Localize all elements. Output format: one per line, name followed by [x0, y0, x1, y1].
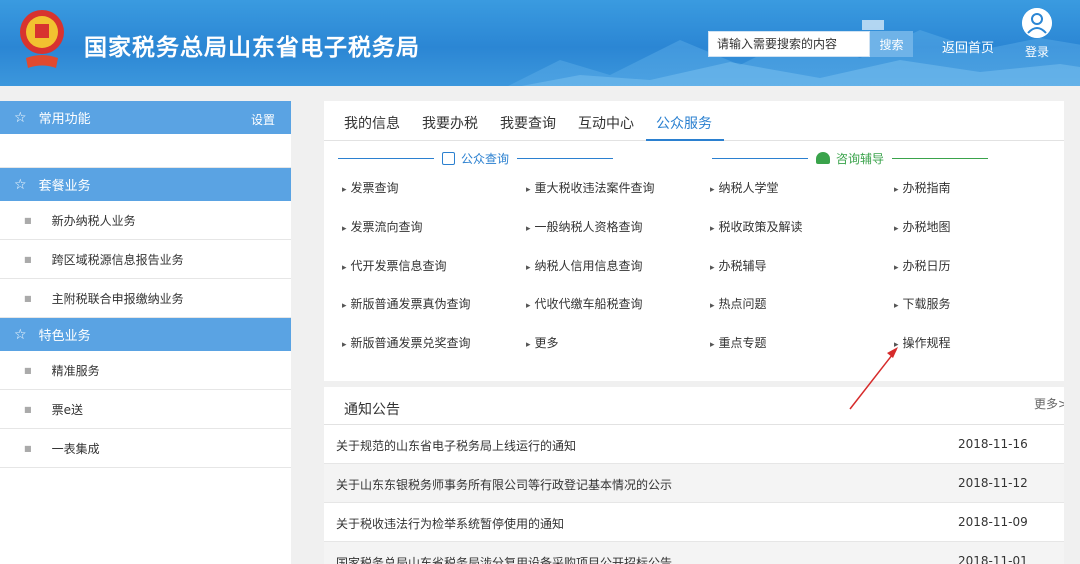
- notice-text: 关于规范的山东省电子税务局上线运行的通知: [336, 439, 577, 453]
- notice-title: 通知公告: [344, 402, 400, 418]
- notice-date: 2018-11-12: [958, 476, 1028, 490]
- service-link-consult[interactable]: 办税辅导: [710, 257, 767, 274]
- notice-date: 2018-11-01: [958, 554, 1028, 564]
- site-header: 国家税务总局山东省电子税务局 搜索 返回首页 登录: [0, 0, 1080, 86]
- service-link-query[interactable]: 新版普通发票真伪查询: [342, 295, 471, 312]
- notice-header: 通知公告 更多>: [324, 387, 1068, 425]
- tab-my-info[interactable]: 我的信息: [334, 101, 412, 141]
- section-consult-header: 咨询辅导: [712, 150, 989, 167]
- sidebar-head-package[interactable]: ☆ 套餐业务: [0, 168, 291, 201]
- bullet-icon: ■: [24, 215, 32, 225]
- service-link-query[interactable]: 新版普通发票兑奖查询: [342, 334, 471, 351]
- sidebar-head-label: 常用功能: [38, 112, 91, 127]
- star-icon: ☆: [14, 176, 27, 193]
- notice-row[interactable]: 关于规范的山东省电子税务局上线运行的通知 2018-11-16: [324, 425, 1064, 464]
- sidebar-item-label: 主附税联合申报缴纳业务: [51, 291, 184, 306]
- user-avatar-icon: [1022, 8, 1052, 38]
- star-icon: ☆: [14, 326, 27, 343]
- service-link-query[interactable]: 代开发票信息查询: [342, 257, 447, 274]
- sidebar-head-common: ☆ 常用功能 设置: [0, 101, 291, 134]
- notice-row[interactable]: 关于税收违法行为检举系统暂停使用的通知 2018-11-09: [324, 503, 1064, 542]
- tab-query[interactable]: 我要查询: [490, 101, 568, 141]
- sidebar: ☆ 常用功能 设置 ☆ 套餐业务 ■ 新办纳税人业务 ■ 跨区域税源信息报告业务…: [0, 101, 291, 564]
- sidebar-head-label: 特色业务: [38, 329, 91, 344]
- bullet-icon: ■: [24, 404, 32, 414]
- page-scrollbar[interactable]: [1064, 86, 1080, 564]
- service-link-consult[interactable]: 纳税人学堂: [710, 179, 779, 196]
- service-link-query[interactable]: 更多: [526, 334, 559, 351]
- login-button[interactable]: 登录: [1020, 8, 1054, 60]
- notice-panel: 通知公告 更多> 关于规范的山东省电子税务局上线运行的通知 2018-11-16…: [324, 387, 1068, 564]
- notice-row[interactable]: 国家税务总局山东省税务局涉分复用设备采购项目公开招标公告 2018-11-01: [324, 542, 1064, 564]
- service-link-query[interactable]: 发票查询: [342, 179, 399, 196]
- divider: [338, 157, 434, 159]
- sidebar-item-cross-region[interactable]: ■ 跨区域税源信息报告业务: [0, 240, 291, 279]
- tab-public-service[interactable]: 公众服务: [646, 101, 724, 141]
- sidebar-item-one-form[interactable]: ■ 一表集成: [0, 429, 291, 468]
- graduation-cap-icon: [816, 152, 830, 164]
- sidebar-head-label: 套餐业务: [38, 179, 91, 194]
- service-link-consult[interactable]: 税收政策及解读: [710, 218, 803, 235]
- sidebar-item-label: 新办纳税人业务: [51, 213, 136, 228]
- notice-text: 关于税收违法行为检举系统暂停使用的通知: [336, 517, 565, 531]
- notice-date: 2018-11-09: [958, 515, 1028, 529]
- service-link-consult[interactable]: 办税指南: [894, 179, 951, 196]
- search-button[interactable]: 搜索: [870, 31, 913, 57]
- bullet-icon: ■: [24, 443, 32, 453]
- sidebar-item-label: 精准服务: [51, 363, 100, 378]
- tab-bar: 我的信息 我要办税 我要查询 互动中心 公众服务: [324, 101, 1064, 141]
- sidebar-item-label: 票e送: [51, 402, 83, 417]
- settings-link[interactable]: 设置: [251, 111, 275, 128]
- service-link-consult[interactable]: 下载服务: [894, 295, 951, 312]
- bullet-icon: ■: [24, 365, 32, 375]
- service-link-consult[interactable]: 办税地图: [894, 218, 951, 235]
- tab-tax-handling[interactable]: 我要办税: [412, 101, 490, 141]
- tax-emblem-icon: [20, 10, 64, 68]
- sidebar-item-label: 跨区域税源信息报告业务: [51, 252, 184, 267]
- sidebar-item-label: 一表集成: [51, 441, 100, 456]
- site-title: 国家税务总局山东省电子税务局: [84, 35, 420, 61]
- service-link-consult[interactable]: 重点专题: [710, 334, 767, 351]
- divider: [712, 157, 808, 159]
- sidebar-item-ticket-delivery[interactable]: ■ 票e送: [0, 390, 291, 429]
- login-label: 登录: [1024, 45, 1049, 59]
- service-link-consult[interactable]: 办税日历: [894, 257, 951, 274]
- service-link-query[interactable]: 一般纳税人资格查询: [526, 218, 643, 235]
- more-notices-link[interactable]: 更多>: [1034, 395, 1068, 412]
- service-link-consult[interactable]: 操作规程: [894, 334, 951, 351]
- divider: [517, 157, 614, 159]
- notice-date: 2018-11-16: [958, 437, 1028, 451]
- bullet-icon: ■: [24, 293, 32, 303]
- home-link[interactable]: 返回首页: [942, 37, 994, 56]
- section-title: 咨询辅导: [836, 151, 885, 166]
- main-panel: 我的信息 我要办税 我要查询 互动中心 公众服务 公众查询 咨询辅导 发票查询重…: [324, 101, 1064, 381]
- section-title: 公众查询: [461, 151, 510, 166]
- tab-interaction[interactable]: 互动中心: [568, 101, 646, 141]
- query-icon: [442, 151, 455, 165]
- notice-row[interactable]: 关于山东东银税务师事务所有限公司等行政登记基本情况的公示 2018-11-12: [324, 464, 1064, 503]
- search-input[interactable]: [708, 31, 870, 57]
- section-label: 公众查询: [442, 150, 509, 167]
- notice-text: 国家税务总局山东省税务局涉分复用设备采购项目公开招标公告: [336, 556, 673, 564]
- notice-text: 关于山东东银税务师事务所有限公司等行政登记基本情况的公示: [336, 478, 673, 492]
- section-label: 咨询辅导: [816, 150, 884, 167]
- service-link-query[interactable]: 纳税人信用信息查询: [526, 257, 643, 274]
- star-icon: ☆: [14, 109, 27, 126]
- service-link-consult[interactable]: 热点问题: [710, 295, 767, 312]
- sidebar-item-precise-service[interactable]: ■ 精准服务: [0, 351, 291, 390]
- divider: [892, 157, 989, 159]
- bullet-icon: ■: [24, 254, 32, 264]
- sidebar-item-joint-declare[interactable]: ■ 主附税联合申报缴纳业务: [0, 279, 291, 318]
- service-link-query[interactable]: 代收代缴车船税查询: [526, 295, 643, 312]
- service-link-query[interactable]: 发票流向查询: [342, 218, 423, 235]
- service-link-query[interactable]: 重大税收违法案件查询: [526, 179, 655, 196]
- sidebar-item-new-taxpayer[interactable]: ■ 新办纳税人业务: [0, 201, 291, 240]
- section-public-query-header: 公众查询: [338, 150, 614, 167]
- sidebar-common-list: [0, 134, 291, 168]
- sidebar-head-feature[interactable]: ☆ 特色业务: [0, 318, 291, 351]
